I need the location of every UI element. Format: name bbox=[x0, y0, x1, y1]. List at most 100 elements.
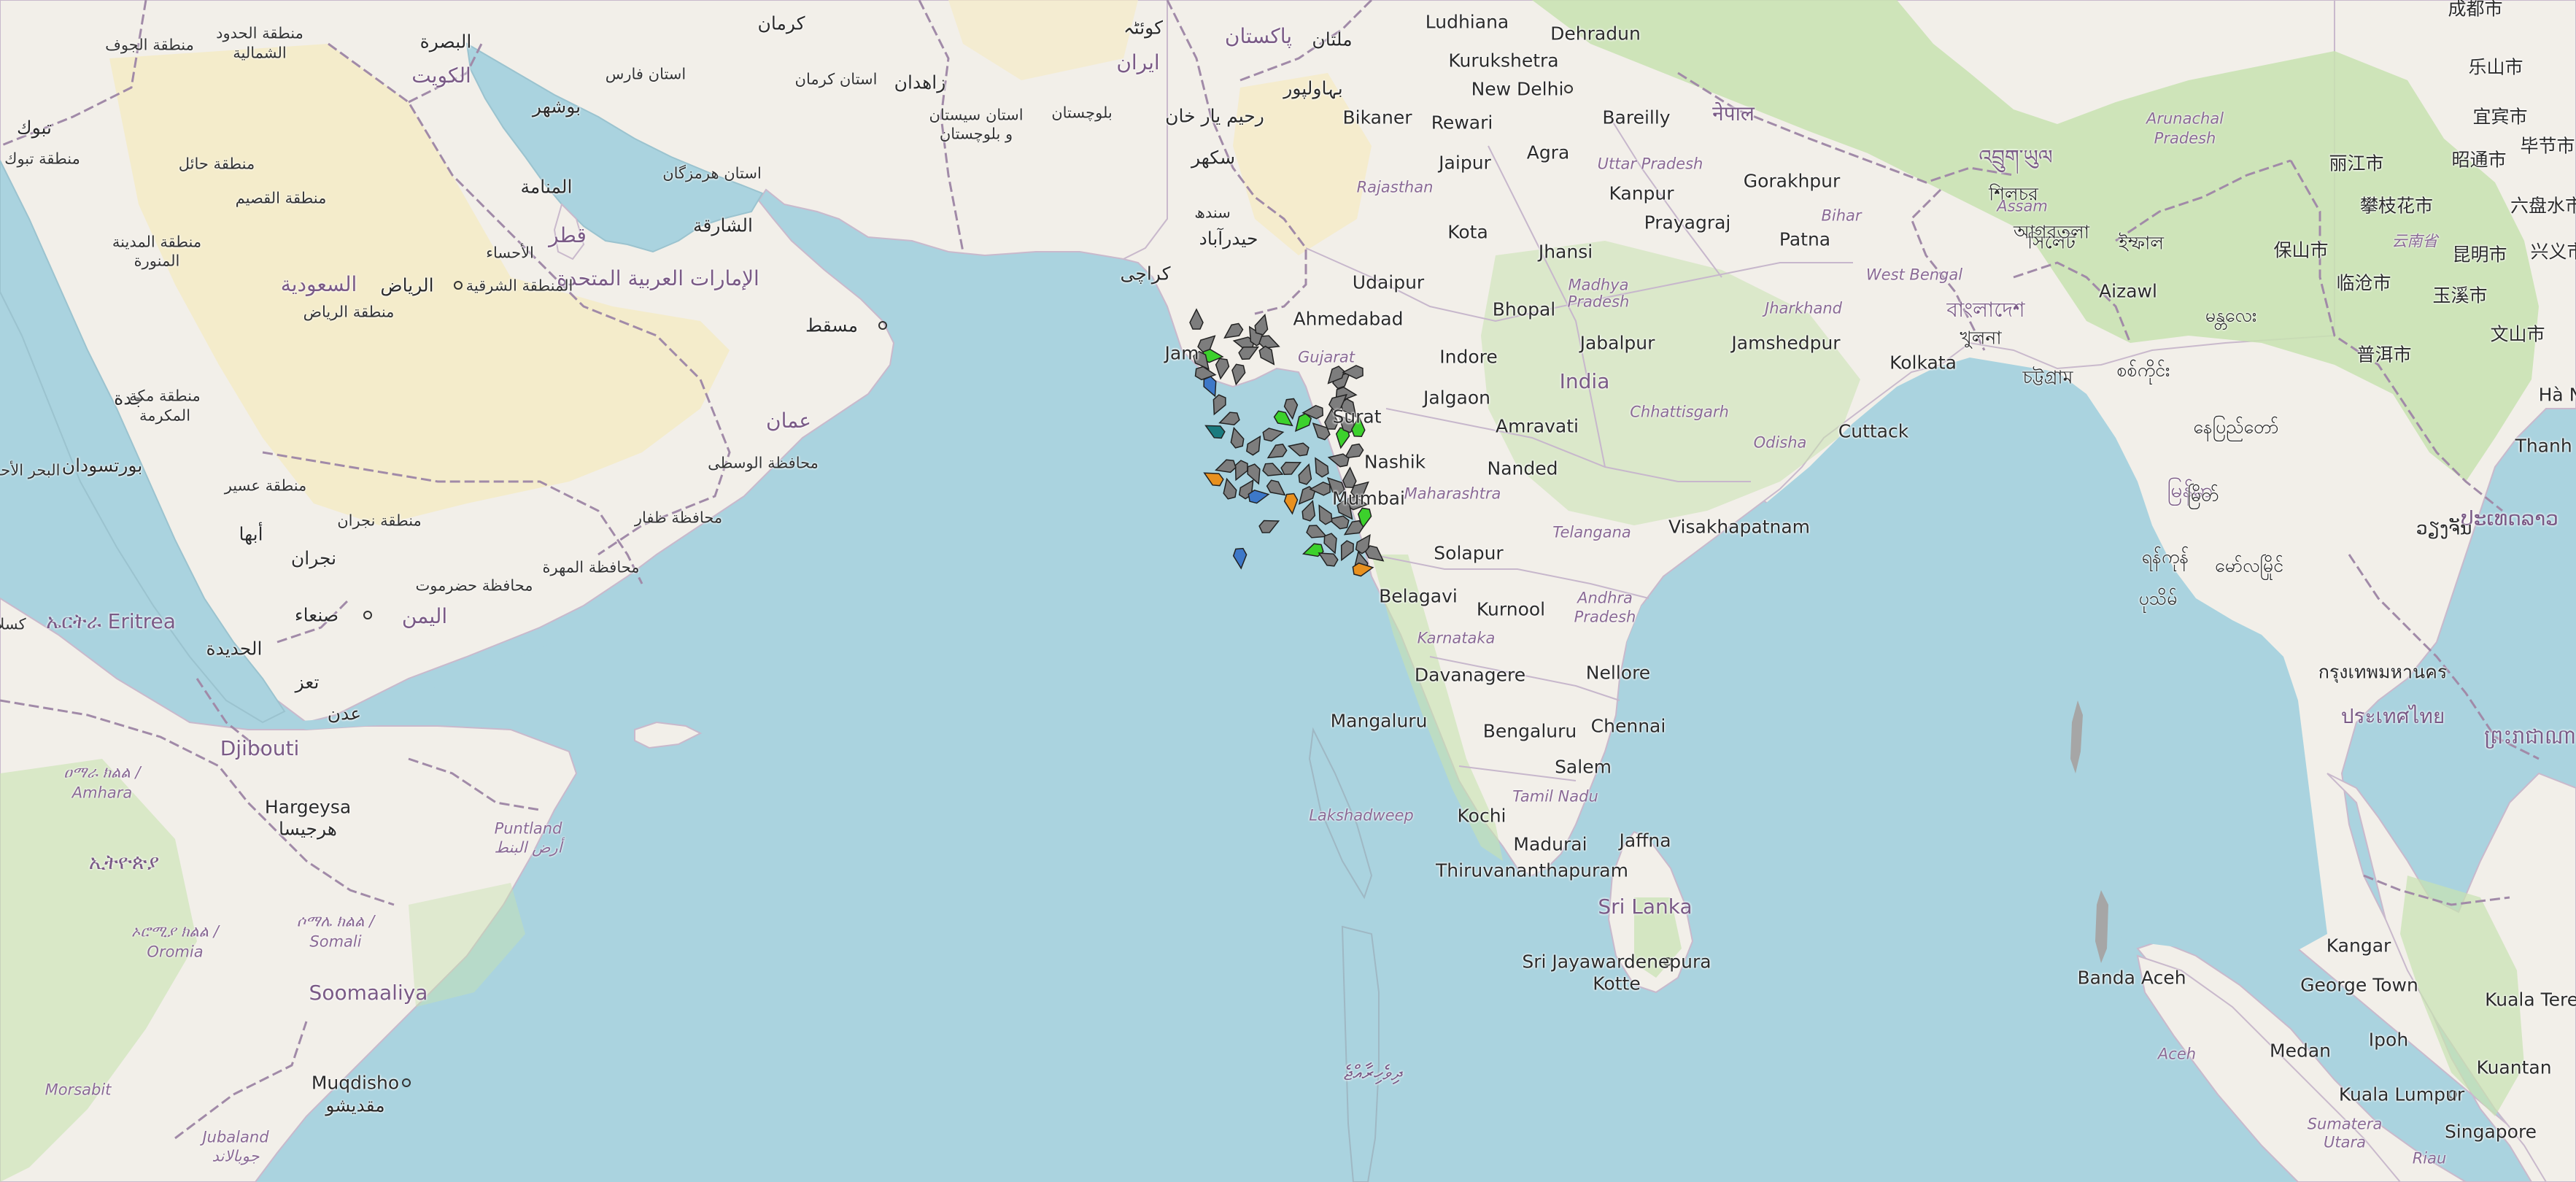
country-label-sri-lanka: Sri Lanka bbox=[1598, 895, 1693, 919]
region-label-odisha: Odisha bbox=[1753, 433, 1807, 452]
city-label-yibin: 宜宾市 bbox=[2472, 106, 2528, 128]
city-label-aden: عدن bbox=[327, 703, 362, 725]
region-label-lakshadweep: Lakshadweep bbox=[1309, 806, 1414, 824]
country-label-thailand: ประเทศไทย bbox=[2340, 704, 2445, 728]
region-label-andhra: Andhra bbox=[1577, 589, 1633, 607]
region-label-makkah: منطقة مكة bbox=[129, 387, 201, 405]
city-label-jaipur: Jaipur bbox=[1439, 152, 1491, 174]
city-label-taiz: تعز bbox=[295, 671, 320, 693]
region-label-asir: منطقة عسير bbox=[224, 476, 307, 495]
region-label-baluchistan: بلوچستان bbox=[1051, 104, 1113, 122]
region-label-al-hudud: منطقة الحدود bbox=[216, 24, 303, 42]
city-label-muscat: مسقط bbox=[805, 314, 859, 336]
country-label-kuwait: الكويت bbox=[411, 63, 471, 88]
city-label-abha: أبها bbox=[239, 523, 263, 545]
city-label-visakhapatnam: Visakhapatnam bbox=[1668, 516, 1810, 538]
city-label-mumbai: Mumbai bbox=[1332, 487, 1405, 509]
country-label-pakistan: پاکستان bbox=[1224, 24, 1293, 48]
region-label-kerman-r: استان کرمان bbox=[794, 70, 878, 88]
city-label-kerman: کرمان bbox=[757, 12, 805, 34]
country-label-djibouti: Djibouti bbox=[220, 736, 300, 760]
city-label-surat: Surat bbox=[1332, 406, 1382, 428]
region-label-telangana: Telangana bbox=[1552, 523, 1631, 541]
region-label-hadramawt: محافظة حضرموت bbox=[415, 576, 533, 595]
country-label-yemen: اليمن bbox=[401, 604, 448, 628]
city-label-puer: 普洱市 bbox=[2356, 344, 2412, 366]
city-label-chittagong: চট্টগ্রাম bbox=[2022, 366, 2073, 388]
city-label-bengaluru: Bengaluru bbox=[1482, 720, 1577, 742]
region-label-madinah: منطقة المدينة bbox=[112, 233, 202, 251]
region-label-madhya-pradesh2: Pradesh bbox=[1567, 293, 1630, 311]
city-label-mangaluru: Mangaluru bbox=[1330, 710, 1428, 732]
city-label-rewari: Rewari bbox=[1431, 112, 1493, 134]
region-label-amhara: ዐማራ ክልል / bbox=[63, 763, 141, 781]
region-label-arunachal: Arunachal bbox=[2146, 109, 2224, 128]
region-label-eastern: المنطقة الشرقية bbox=[465, 277, 573, 295]
city-label-hargeysa-so: هرجيسا bbox=[279, 818, 337, 840]
city-label-kuala-lumpur: Kuala Lumpur bbox=[2338, 1084, 2465, 1105]
city-label-leshan: 乐山市 bbox=[2468, 56, 2523, 78]
city-label-bahawalpur: بہاولپور bbox=[1283, 77, 1343, 99]
city-label-madurai: Madurai bbox=[1513, 833, 1587, 855]
city-label-jalgaon: Jalgaon bbox=[1423, 387, 1490, 409]
city-label-dubai: المنامة bbox=[520, 176, 573, 198]
city-label-sri-jayawardenepura: Sri Jayawardenepura bbox=[1522, 951, 1711, 973]
city-label-xingyi: 兴义市 bbox=[2530, 241, 2576, 263]
city-label-vientiane: ວຽງຈັນ bbox=[2416, 517, 2472, 539]
city-label-agra: Agra bbox=[1526, 142, 1570, 163]
region-label-amhara2: Amhara bbox=[71, 784, 133, 802]
region-label-mahra: محافظة المهرة bbox=[542, 558, 640, 576]
city-label-jhansi: Jhansi bbox=[1538, 241, 1593, 263]
basemap-layer bbox=[0, 0, 2576, 1182]
city-label-singapore: Singapore bbox=[2444, 1121, 2537, 1143]
region-label-andhra2: Pradesh bbox=[1574, 608, 1636, 626]
country-label-nepal: नेपाल bbox=[1712, 101, 1755, 125]
country-label-laos: ປະເທດລາວ bbox=[2461, 506, 2558, 530]
city-label-quetta: کوئٹہ bbox=[1123, 17, 1163, 39]
city-label-kuantan: Kuantan bbox=[2476, 1057, 2552, 1078]
city-label-khulna: খুলনা bbox=[1960, 327, 2002, 349]
city-label-tabuk: تبوك bbox=[16, 117, 53, 139]
city-label-thanh-hoa: Thanh H bbox=[2515, 435, 2576, 457]
city-label-lijiang: 丽江市 bbox=[2329, 152, 2384, 174]
region-label-fars: استان فارس bbox=[605, 65, 686, 83]
city-label-imphal: ইম্ফাল bbox=[2119, 232, 2164, 254]
region-label-puntland-ar: أرض البنط bbox=[494, 838, 562, 857]
region-label-karnataka: Karnataka bbox=[1417, 629, 1496, 647]
city-label-mawlamyine: မော်လမြိုင် bbox=[2215, 555, 2283, 576]
region-label-somali-region2: Somali bbox=[309, 932, 362, 951]
city-label-cuttack: Cuttack bbox=[1838, 420, 1909, 442]
region-label-madinah2: المنورة bbox=[134, 252, 180, 270]
city-label-nanded: Nanded bbox=[1487, 457, 1558, 479]
city-label-port-sudan: بورتسودان bbox=[61, 455, 143, 476]
country-label-oman: عمان bbox=[766, 409, 811, 433]
country-label-bhutan: འབྲུག་ཡུལ bbox=[1979, 145, 2053, 169]
city-label-prayagraj: Prayagraj bbox=[1644, 212, 1731, 233]
city-label-kunming: 昆明市 bbox=[2452, 244, 2507, 266]
city-label-amravati: Amravati bbox=[1496, 415, 1579, 437]
city-label-jamshedpur: Jamshedpur bbox=[1731, 332, 1841, 354]
map-view[interactable]: India Sri Lanka বাংলাদেশ नेपाल འབྲུག་ཡུལ မြန်… bbox=[0, 0, 2576, 1182]
city-label-mandalay: မန္တလေး bbox=[2205, 304, 2257, 326]
city-label-lhasa: 成都市 bbox=[2448, 0, 2503, 20]
city-label-agartala: আগরতলা bbox=[2014, 221, 2089, 243]
region-label-chhattisgarh: Chhattisgarh bbox=[1630, 403, 1729, 421]
region-label-aceh: Aceh bbox=[2157, 1045, 2197, 1063]
city-label-banda-aceh: Banda Aceh bbox=[2077, 967, 2186, 989]
country-label-maldives: ދިވެހިރާއްޖެ bbox=[1343, 1061, 1403, 1085]
city-label-kotte: Kotte bbox=[1593, 973, 1641, 994]
region-label-tamil-nadu: Tamil Nadu bbox=[1512, 787, 1598, 806]
city-label-bikaner: Bikaner bbox=[1342, 107, 1412, 128]
city-label-hyderabad-pk: حیدرآباد bbox=[1199, 228, 1258, 250]
city-label-belagavi: Belagavi bbox=[1379, 585, 1458, 607]
region-label-maharashtra: Maharashtra bbox=[1404, 484, 1501, 503]
city-label-salem: Salem bbox=[1555, 756, 1612, 778]
city-label-patna: Patna bbox=[1779, 228, 1831, 250]
city-label-abu-dhabi: الشارقة bbox=[693, 215, 753, 236]
region-label-sindh: سندھ bbox=[1194, 204, 1231, 222]
country-label-india: India bbox=[1559, 369, 1610, 393]
city-label-george-town: George Town bbox=[2300, 974, 2418, 996]
city-label-najran: نجران bbox=[290, 547, 337, 569]
city-label-muqdisho-ar: مقديشو bbox=[325, 1094, 385, 1116]
city-label-dehradun: Dehradun bbox=[1550, 23, 1641, 45]
